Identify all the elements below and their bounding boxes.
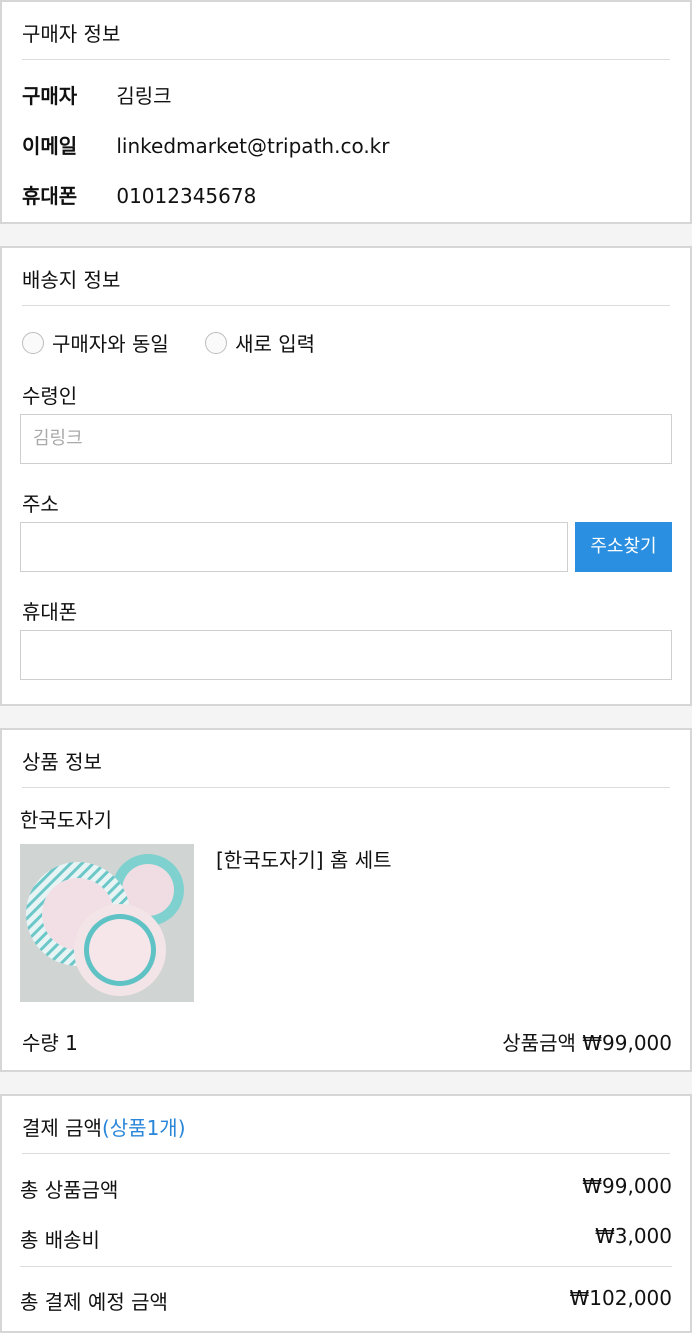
radio-new-circle[interactable] xyxy=(205,331,228,354)
buyer-phone-value: 01012345678 xyxy=(116,184,257,208)
address-input[interactable] xyxy=(20,522,568,572)
buyer-phone-row: 휴대폰 01012345678 xyxy=(22,180,256,209)
total-row: 총 결제 예정 금액 ₩102,000 xyxy=(20,1286,672,1315)
recipient-label: 수령인 xyxy=(22,384,78,408)
buyer-email-row: 이메일 linkedmarket@tripath.co.kr xyxy=(22,130,389,159)
shipping-fee-label: 총 배송비 xyxy=(20,1228,100,1252)
buyer-info-title: 구매자 정보 xyxy=(22,2,670,60)
buyer-name-value: 김링크 xyxy=(116,84,172,108)
product-name[interactable]: [한국도자기] 홈 세트 xyxy=(216,844,392,873)
subtotal-label: 총 상품금액 xyxy=(20,1178,119,1202)
address-label: 주소 xyxy=(22,492,59,516)
subtotal-row: 총 상품금액 ₩99,000 xyxy=(20,1174,672,1203)
product-price: 상품금액 ₩99,000 xyxy=(502,1031,672,1055)
payment-title-row: 결제 금액(상품1개) xyxy=(22,1096,670,1154)
shipping-phone-input[interactable] xyxy=(20,630,672,680)
product-image[interactable] xyxy=(20,844,194,1002)
payment-divider xyxy=(20,1266,672,1267)
buyer-email-value: linkedmarket@tripath.co.kr xyxy=(116,134,390,158)
buyer-name-label: 구매자 xyxy=(22,84,78,108)
shipping-info-title: 배송지 정보 xyxy=(22,248,670,306)
radio-same-circle[interactable] xyxy=(22,331,44,354)
payment-item-count: (상품1개) xyxy=(101,1116,186,1140)
buyer-phone-label: 휴대폰 xyxy=(22,184,78,208)
shipping-radio-group: 구매자와 동일 새로 입력 xyxy=(22,328,345,359)
shipping-fee-row: 총 배송비 ₩3,000 xyxy=(20,1224,672,1253)
payment-summary-card: 결제 금액(상품1개) 총 상품금액 ₩99,000 총 배송비 ₩3,000 … xyxy=(0,1094,692,1333)
total-label: 총 결제 예정 금액 xyxy=(20,1290,168,1314)
product-quantity: 수량 1 xyxy=(22,1031,78,1055)
shipping-info-card: 배송지 정보 구매자와 동일 새로 입력 수령인 김링크 주소 주소찾기 휴대폰 xyxy=(0,246,692,706)
total-value: ₩102,000 xyxy=(569,1286,672,1310)
radio-same-as-buyer[interactable]: 구매자와 동일 xyxy=(22,328,169,357)
shipping-fee-value: ₩3,000 xyxy=(594,1224,672,1248)
radio-new-entry[interactable]: 새로 입력 xyxy=(205,328,315,357)
plates-illustration xyxy=(20,844,194,1002)
radio-same-label: 구매자와 동일 xyxy=(52,332,169,356)
buyer-email-label: 이메일 xyxy=(22,134,78,158)
product-info-card: 상품 정보 한국도자기 [한국도자기] 홈 세트 수량 1 상품금액 ₩99,0… xyxy=(0,728,692,1072)
shipping-phone-label: 휴대폰 xyxy=(22,600,78,624)
buyer-name-row: 구매자 김링크 xyxy=(22,80,172,109)
find-address-button[interactable]: 주소찾기 xyxy=(575,522,672,572)
buyer-info-card: 구매자 정보 구매자 김링크 이메일 linkedmarket@tripath.… xyxy=(0,0,692,224)
subtotal-value: ₩99,000 xyxy=(582,1174,672,1198)
radio-new-label: 새로 입력 xyxy=(235,332,316,356)
product-brand: 한국도자기 xyxy=(20,808,112,832)
recipient-input[interactable]: 김링크 xyxy=(20,414,672,464)
payment-title: 결제 금액 xyxy=(22,1116,102,1140)
product-info-title: 상품 정보 xyxy=(22,730,670,788)
